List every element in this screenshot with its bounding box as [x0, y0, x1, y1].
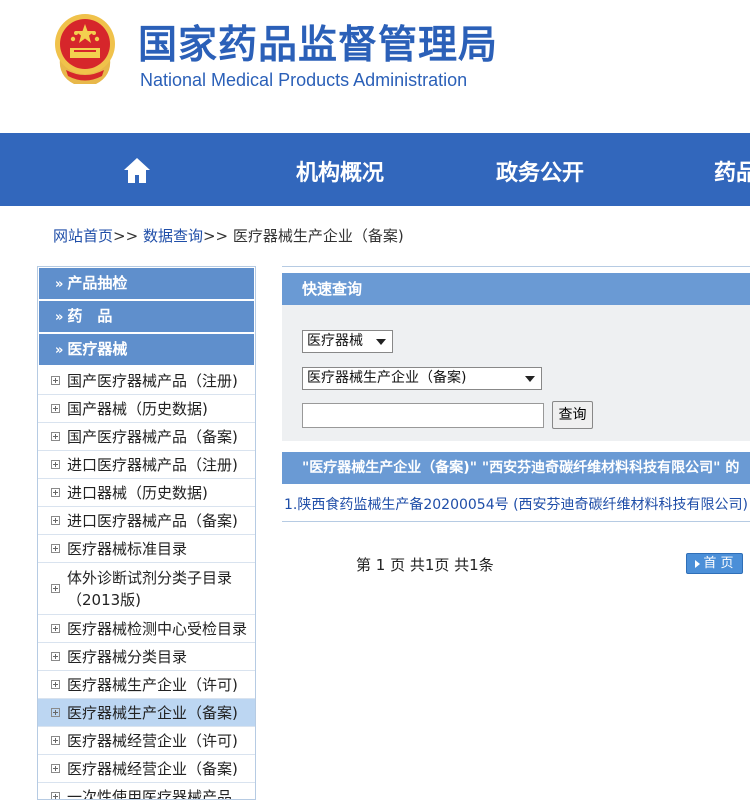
expand-plus-icon [51, 516, 60, 525]
sidebar-item[interactable]: 体外诊断试剂分类子目录（2013版) [38, 563, 255, 615]
breadcrumb-separator: >> [202, 227, 229, 245]
chevron-down-icon [525, 376, 535, 382]
sidebar-item-label: 医疗器械标准目录 [67, 539, 188, 558]
pager-text: 第 1 页 共1页 共1条 [356, 556, 494, 574]
sidebar-item[interactable]: 医疗器械标准目录 [38, 535, 255, 563]
sidebar-item-label: 进口器械（历史数据) [67, 483, 208, 502]
first-page-button[interactable]: 首 页 [686, 553, 743, 574]
expand-plus-icon [51, 544, 60, 553]
main-nav: 机构概况 政务公开 药品 [0, 133, 750, 206]
sidebar-item-label: 医疗器械生产企业（备案) [67, 703, 238, 722]
sidebar-item-label: 医疗器械生产企业（许可) [67, 675, 238, 694]
sidebar-item-label: 国产医疗器械产品（备案) [67, 427, 238, 446]
expand-plus-icon [51, 432, 60, 441]
expand-plus-icon [51, 708, 60, 717]
expand-plus-icon [51, 460, 60, 469]
site-header: 国家药品监督管理局 National Medical Products Admi… [0, 0, 750, 133]
sidebar-section-sampling[interactable]: » 产品抽检 [39, 268, 254, 299]
breadcrumb-current: 医疗器械生产企业（备案) [232, 227, 404, 245]
sidebar-item[interactable]: 国产医疗器械产品（备案) [38, 423, 255, 451]
sidebar-section-label: 药 品 [67, 307, 113, 325]
expand-plus-icon [51, 792, 60, 799]
sidebar-section-drugs[interactable]: » 药 品 [39, 301, 254, 332]
result-header: "医疗器械生产企业（备案)" "西安芬迪奇碳纤维材料科技有限公司" 的 [282, 452, 750, 484]
nav-item-drugs[interactable]: 药品 [714, 155, 750, 187]
double-arrow-icon: » [55, 310, 64, 325]
expand-plus-icon [51, 736, 60, 745]
expand-plus-icon [51, 624, 60, 633]
expand-plus-icon [51, 680, 60, 689]
sidebar-item-label: 医疗器械检测中心受检目录 [67, 619, 248, 638]
double-arrow-icon: » [55, 277, 64, 292]
sidebar-item[interactable]: 国产医疗器械产品（注册) [38, 367, 255, 395]
sidebar-item-label: 体外诊断试剂分类子目录（2013版) [67, 568, 233, 609]
expand-plus-icon [51, 376, 60, 385]
expand-plus-icon [51, 584, 60, 593]
sidebar-item-label: 进口医疗器械产品（备案) [67, 511, 238, 530]
sidebar-item[interactable]: 医疗器械分类目录 [38, 643, 255, 671]
subcategory-select[interactable]: 医疗器械生产企业（备案) [302, 367, 542, 390]
sidebar-item-label: 一次性使用医疗器械产品 [67, 787, 233, 800]
category-select-value: 医疗器械 [307, 333, 363, 349]
expand-plus-icon [51, 764, 60, 773]
subcategory-select-value: 医疗器械生产企业（备案) [307, 370, 467, 386]
home-icon[interactable] [122, 155, 152, 185]
sidebar-item-label: 医疗器械经营企业（备案) [67, 759, 238, 778]
double-arrow-icon: » [55, 343, 64, 358]
sidebar-item[interactable]: 进口医疗器械产品（注册) [38, 451, 255, 479]
breadcrumb: 网站首页>> 数据查询>> 医疗器械生产企业（备案) [53, 225, 404, 246]
sidebar-item-label: 医疗器械分类目录 [67, 647, 188, 666]
category-select[interactable]: 医疗器械 [302, 330, 393, 353]
expand-plus-icon [51, 652, 60, 661]
expand-plus-icon [51, 404, 60, 413]
sidebar-section-medical-devices[interactable]: » 医疗器械 [39, 334, 254, 365]
site-title-cn: 国家药品监督管理局 [138, 23, 499, 68]
breadcrumb-home-link[interactable]: 网站首页 [53, 227, 113, 245]
sidebar-item[interactable]: 医疗器械生产企业（许可) [38, 671, 255, 699]
sidebar-section-label: 医疗器械 [67, 340, 128, 358]
breadcrumb-data-query-link[interactable]: 数据查询 [143, 227, 203, 245]
first-page-label: 首 页 [703, 556, 734, 571]
national-emblem-icon [55, 14, 115, 84]
sidebar-item-label: 国产器械（历史数据) [67, 399, 208, 418]
breadcrumb-separator: >> [113, 227, 139, 245]
divider [282, 521, 750, 522]
site-title-en: National Medical Products Administration [140, 70, 468, 90]
search-input[interactable] [302, 403, 544, 428]
sidebar-section-label: 产品抽检 [67, 274, 128, 292]
sidebar-item[interactable]: 医疗器械检测中心受检目录 [38, 615, 255, 643]
sidebar-item[interactable]: 医疗器械经营企业（备案) [38, 755, 255, 783]
sidebar-item-label: 进口医疗器械产品（注册) [67, 455, 238, 474]
result-item-link[interactable]: 1.陕西食药监械生产备20200054号 (西安芬迪奇碳纤维材料科技有限公司) [284, 494, 748, 514]
sidebar-item-label: 医疗器械经营企业（许可) [67, 731, 238, 750]
chevron-down-icon [376, 339, 386, 345]
sidebar-item[interactable]: 进口器械（历史数据) [38, 479, 255, 507]
nav-item-about[interactable]: 机构概况 [296, 155, 384, 187]
quick-search-title: 快速查询 [282, 273, 750, 305]
sidebar-item-label: 国产医疗器械产品（注册) [67, 371, 238, 390]
sidebar: » 产品抽检 » 药 品 » 医疗器械 国产医疗器械产品（注册) 国产器械（历史数据)… [37, 266, 256, 800]
sidebar-item[interactable]: 一次性使用医疗器械产品 [38, 783, 255, 800]
search-button[interactable]: 查询 [552, 401, 593, 429]
sidebar-item[interactable]: 医疗器械经营企业（许可) [38, 727, 255, 755]
play-arrow-icon [695, 559, 701, 568]
sidebar-item[interactable]: 进口医疗器械产品（备案) [38, 507, 255, 535]
expand-plus-icon [51, 488, 60, 497]
sidebar-item-active[interactable]: 医疗器械生产企业（备案) [38, 699, 255, 727]
sidebar-item[interactable]: 国产器械（历史数据) [38, 395, 255, 423]
main-content: 快速查询 医疗器械 医疗器械生产企业（备案) 查询 "医疗器械生产企业（备案)"… [282, 266, 750, 800]
nav-item-gov-affairs[interactable]: 政务公开 [496, 155, 584, 187]
